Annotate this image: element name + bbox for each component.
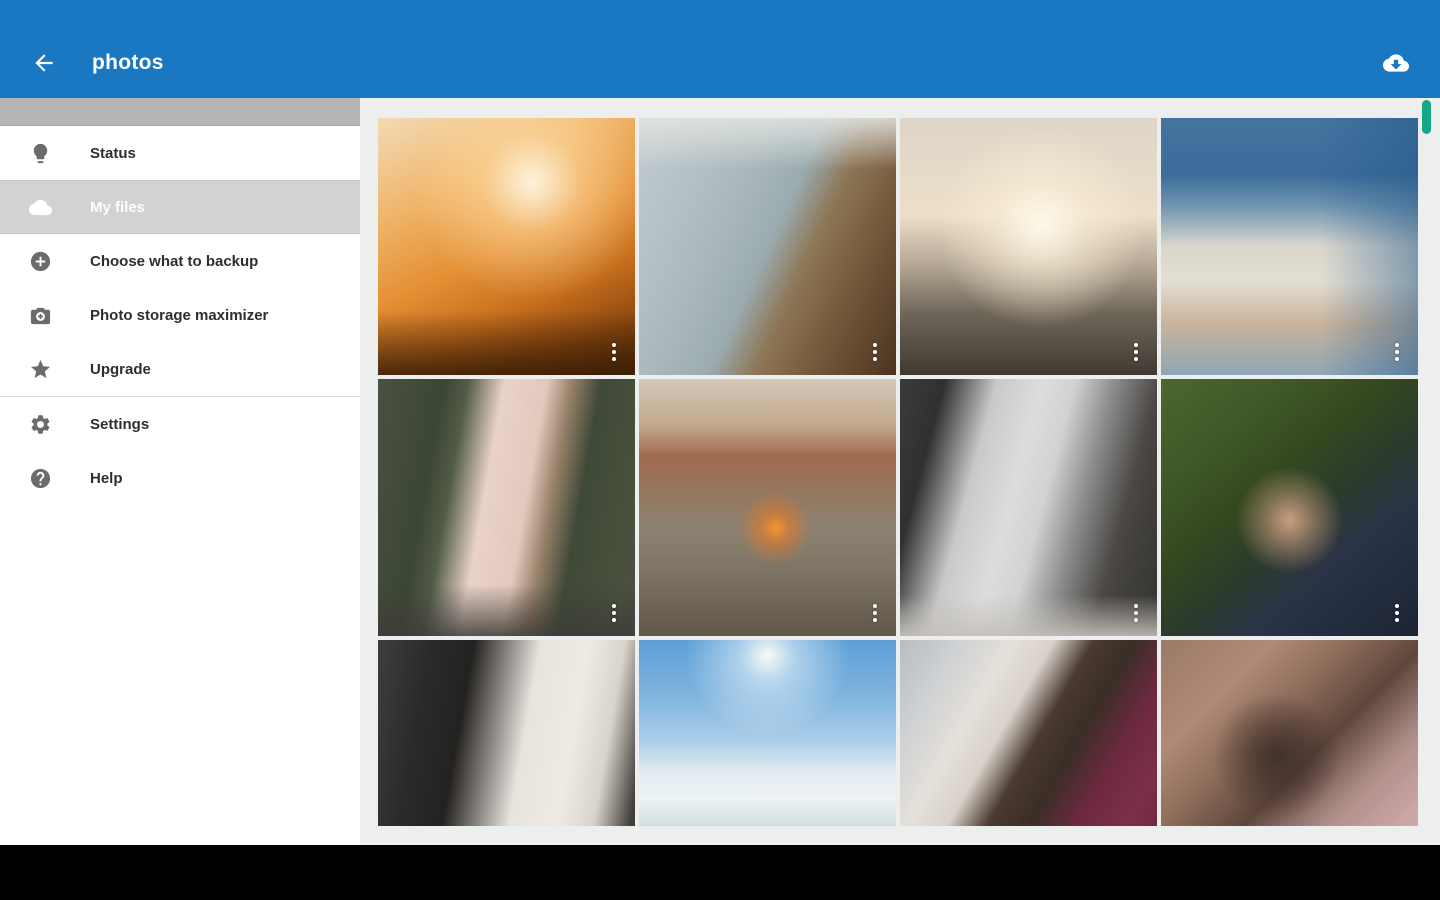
more-options-icon[interactable]: [866, 339, 884, 365]
sidebar-nav: Status My files Choose what to backup Ph…: [0, 126, 360, 505]
photo-tile[interactable]: [639, 118, 896, 375]
more-options-icon[interactable]: [1127, 339, 1145, 365]
photo-tile[interactable]: [639, 640, 896, 826]
photo-tile[interactable]: [1161, 118, 1418, 375]
lightbulb-icon: [29, 142, 52, 165]
photo-grid: [378, 118, 1418, 826]
bottom-bar: [0, 845, 1440, 900]
back-button[interactable]: [24, 43, 64, 83]
photo-tile[interactable]: [378, 118, 635, 375]
sidebar-item-label: Status: [90, 145, 136, 162]
photo-tile[interactable]: [900, 118, 1157, 375]
sidebar-item-label: Upgrade: [90, 361, 151, 378]
scrollbar-thumb[interactable]: [1422, 100, 1431, 134]
sidebar: Status My files Choose what to backup Ph…: [0, 98, 360, 845]
app-header: photos: [0, 0, 1440, 98]
photo-tile[interactable]: [900, 640, 1157, 826]
more-options-icon[interactable]: [1388, 339, 1406, 365]
sidebar-top-strip: [0, 98, 360, 126]
sidebar-item-my-files[interactable]: My files: [0, 180, 360, 234]
more-options-icon[interactable]: [1388, 600, 1406, 626]
sidebar-item-label: Help: [90, 470, 123, 487]
photo-tile[interactable]: [1161, 379, 1418, 636]
sidebar-item-settings[interactable]: Settings: [0, 397, 360, 451]
camera-plus-icon: [29, 304, 52, 327]
sidebar-item-label: Photo storage maximizer: [90, 307, 268, 324]
help-icon: [29, 467, 52, 490]
photo-grid-viewport: [378, 118, 1418, 826]
photo-tile[interactable]: [1161, 640, 1418, 826]
add-circle-icon: [29, 250, 52, 273]
star-icon: [29, 358, 52, 381]
photo-tile[interactable]: [639, 379, 896, 636]
photo-tile[interactable]: [900, 379, 1157, 636]
sidebar-item-label: My files: [90, 199, 145, 216]
sidebar-item-status[interactable]: Status: [0, 126, 360, 180]
arrow-left-icon: [31, 50, 57, 76]
cloud-icon: [29, 196, 52, 219]
sidebar-item-upgrade[interactable]: Upgrade: [0, 342, 360, 396]
more-options-icon[interactable]: [1127, 600, 1145, 626]
settings-gear-icon: [29, 413, 52, 436]
sidebar-item-label: Choose what to backup: [90, 253, 258, 270]
sidebar-item-label: Settings: [90, 416, 149, 433]
more-options-icon[interactable]: [605, 339, 623, 365]
photo-grid-area: [360, 98, 1440, 845]
cloud-download-icon: [1383, 50, 1409, 76]
sidebar-item-photo-storage-maximizer[interactable]: Photo storage maximizer: [0, 288, 360, 342]
photo-tile[interactable]: [378, 379, 635, 636]
page-title: photos: [92, 51, 1376, 75]
sidebar-item-help[interactable]: Help: [0, 451, 360, 505]
more-options-icon[interactable]: [605, 600, 623, 626]
sidebar-item-choose-what-to-backup[interactable]: Choose what to backup: [0, 234, 360, 288]
cloud-sync-button[interactable]: [1376, 43, 1416, 83]
more-options-icon[interactable]: [866, 600, 884, 626]
photo-tile[interactable]: [378, 640, 635, 826]
